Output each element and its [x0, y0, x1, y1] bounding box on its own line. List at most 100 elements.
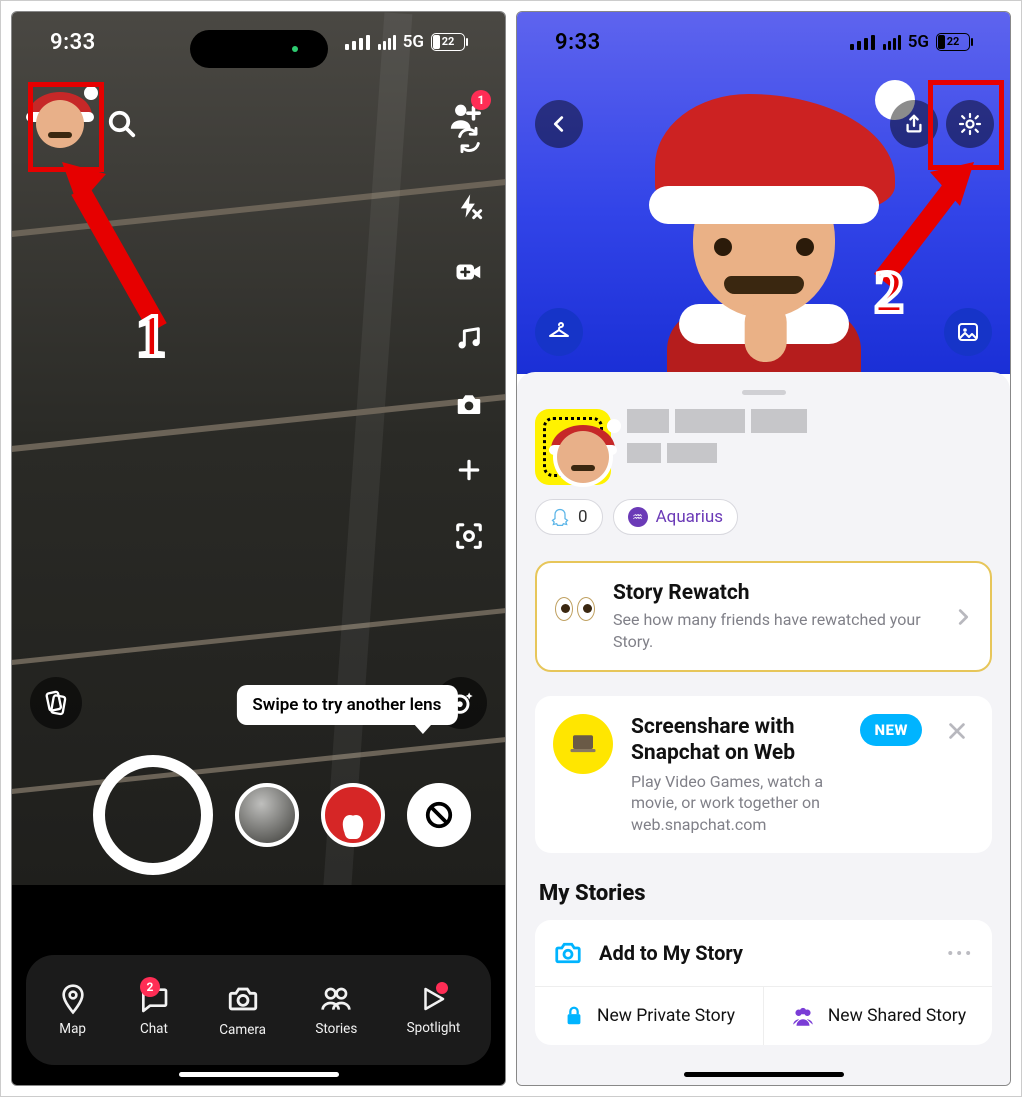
- network-label: 5G: [908, 32, 929, 52]
- dual-signal-icon: [345, 35, 371, 50]
- memories-button[interactable]: [30, 677, 82, 729]
- signal-icon: [378, 35, 396, 50]
- search-icon: [107, 109, 137, 139]
- profile-sheet[interactable]: 0 ♒︎ Aquarius Story Rewatch See how many…: [517, 372, 1010, 1085]
- nav-chat[interactable]: 2 Chat: [138, 983, 170, 1037]
- nav-stories[interactable]: Stories: [315, 983, 357, 1037]
- new-private-story-button[interactable]: New Private Story: [535, 986, 764, 1045]
- scan-icon: [454, 521, 484, 551]
- video-call-button[interactable]: [449, 252, 489, 292]
- cards-icon: [42, 689, 70, 717]
- back-button[interactable]: [535, 100, 583, 148]
- snapscore-value: 0: [578, 507, 588, 527]
- dynamic-island: [190, 30, 328, 68]
- status-time: 9:33: [50, 30, 96, 55]
- music-icon: [455, 324, 483, 352]
- nav-camera[interactable]: Camera: [219, 982, 266, 1038]
- camera-nav-icon: [226, 982, 260, 1016]
- map-pin-icon: [57, 983, 89, 1015]
- profile-name-block: [627, 409, 992, 473]
- my-stories-card: Add to My Story ••• New Private Story Ne…: [535, 920, 992, 1045]
- nav-chat-label: Chat: [140, 1021, 168, 1037]
- share-up-icon: [903, 113, 925, 135]
- laptop-icon: [553, 714, 613, 774]
- camera-icon: [454, 389, 484, 419]
- home-indicator[interactable]: [179, 1072, 339, 1077]
- lens-option-1[interactable]: [235, 783, 299, 847]
- annotation-box-2: [928, 80, 1004, 170]
- display-name-redacted: [627, 409, 992, 433]
- username-redacted: [627, 443, 992, 463]
- dismiss-screenshare-button[interactable]: [940, 714, 974, 748]
- story-rewatch-title: Story Rewatch: [613, 581, 946, 605]
- camera-mode-button[interactable]: [449, 384, 489, 424]
- dual-signal-icon: [850, 35, 876, 50]
- bottom-nav: Map 2 Chat Camera Stories Spotlight: [26, 955, 491, 1065]
- nav-map-label: Map: [59, 1021, 86, 1037]
- snapscore-chip[interactable]: 0: [535, 499, 603, 535]
- hanger-icon: [547, 320, 571, 344]
- flash-off-icon: [455, 192, 483, 220]
- background-button[interactable]: [944, 308, 992, 356]
- profile-screen: 9:33 5G 22: [516, 11, 1011, 1086]
- snapcode[interactable]: [535, 409, 611, 485]
- add-to-my-story-button[interactable]: Add to My Story •••: [535, 920, 992, 986]
- new-shared-story-button[interactable]: New Shared Story: [764, 986, 992, 1045]
- eyes-emoji-icon: [555, 597, 595, 637]
- sheet-handle[interactable]: [742, 390, 786, 395]
- camera-outline-icon: [553, 938, 583, 968]
- screenshare-subtitle: Play Video Games, watch a movie, or work…: [631, 771, 842, 836]
- screenshare-title: Screenshare with Snapchat on Web: [631, 714, 842, 767]
- flash-button[interactable]: [449, 186, 489, 226]
- nav-camera-label: Camera: [219, 1022, 266, 1038]
- home-indicator[interactable]: [684, 1072, 844, 1077]
- profile-chips: 0 ♒︎ Aquarius: [535, 499, 992, 535]
- status-time: 9:33: [555, 30, 601, 55]
- zodiac-chip[interactable]: ♒︎ Aquarius: [613, 499, 738, 535]
- my-stories-heading: My Stories: [539, 881, 992, 906]
- add-story-label: Add to My Story: [599, 941, 743, 965]
- annotation-number-2: 2: [874, 258, 904, 327]
- video-plus-icon: [454, 257, 484, 287]
- more-icon[interactable]: •••: [947, 944, 974, 963]
- people-icon: [320, 983, 352, 1015]
- annotation-box-1: [28, 82, 104, 172]
- new-pill: NEW: [860, 714, 922, 746]
- nav-map[interactable]: Map: [57, 983, 89, 1037]
- scan-button[interactable]: [449, 516, 489, 556]
- lock-icon: [563, 1005, 585, 1027]
- nav-spotlight[interactable]: Spotlight: [407, 984, 461, 1036]
- shutter-button[interactable]: [93, 755, 213, 875]
- screenshare-card[interactable]: Screenshare with Snapchat on Web Play Vi…: [535, 696, 992, 853]
- signal-icon: [883, 35, 901, 50]
- snapcode-bitmoji-icon: [553, 427, 613, 487]
- aquarius-icon: ♒︎: [628, 507, 648, 527]
- story-rewatch-card[interactable]: Story Rewatch See how many friends have …: [535, 561, 992, 672]
- nav-stories-label: Stories: [315, 1021, 357, 1037]
- camera-tools: [449, 120, 489, 556]
- no-entry-icon: [424, 800, 454, 830]
- shared-story-label: New Shared Story: [828, 1006, 966, 1026]
- chat-badge: 2: [140, 977, 160, 997]
- battery-icon: 22: [936, 33, 970, 51]
- annotation-number-1: 1: [136, 302, 166, 371]
- flip-camera-button[interactable]: [449, 120, 489, 160]
- close-icon: [946, 720, 968, 742]
- flip-icon: [455, 126, 483, 154]
- lens-option-3[interactable]: [407, 783, 471, 847]
- status-bar: 9:33 5G 22: [517, 12, 1010, 72]
- search-button[interactable]: [100, 102, 144, 146]
- image-icon: [956, 320, 980, 344]
- nav-spotlight-label: Spotlight: [407, 1020, 461, 1036]
- add-tool-button[interactable]: [449, 450, 489, 490]
- ghost-icon: [550, 507, 570, 527]
- chevron-right-icon: [952, 606, 974, 628]
- camera-screen: 9:33 5G 22: [11, 11, 506, 1086]
- outfit-button[interactable]: [535, 308, 583, 356]
- lens-option-2[interactable]: [321, 783, 385, 847]
- music-button[interactable]: [449, 318, 489, 358]
- shutter-row: [12, 755, 505, 875]
- add-friend-badge: 1: [471, 90, 491, 110]
- bitmoji-avatar[interactable]: [649, 92, 879, 382]
- group-icon: [790, 1003, 816, 1029]
